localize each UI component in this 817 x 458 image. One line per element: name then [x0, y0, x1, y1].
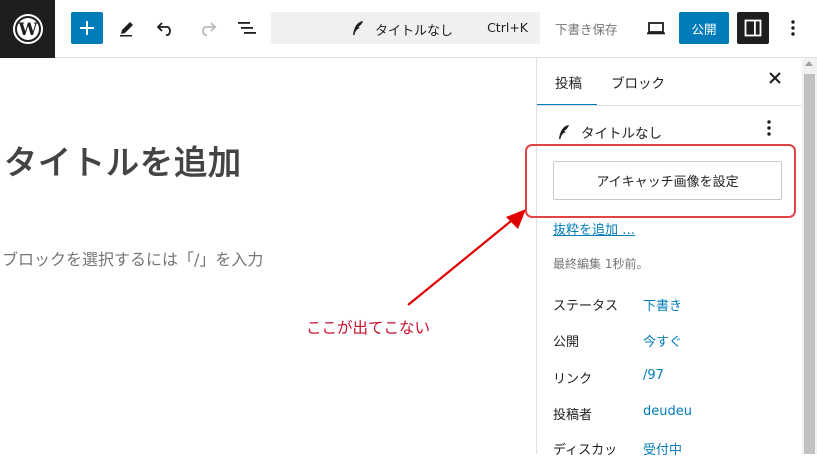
publish-button[interactable]: 公開: [679, 12, 729, 44]
vertical-ellipsis-icon: [767, 120, 771, 136]
save-draft-button[interactable]: 下書き保存: [555, 19, 618, 38]
editor-toolbar: W タイトルなし Ctrl+K 下書き保存 公開: [0, 0, 817, 58]
command-palette[interactable]: タイトルなし Ctrl+K: [271, 12, 540, 44]
tab-post[interactable]: 投稿: [555, 72, 582, 92]
row-label: 公開: [553, 335, 580, 350]
scrollbar-thumb[interactable]: [804, 74, 815, 454]
undo-icon: [156, 22, 171, 36]
settings-sidebar: 投稿 ブロック タイトルなし アイキャッチ画像を設定 抜粋を追加 … 最終編集 …: [536, 58, 803, 458]
plus-icon: [80, 21, 94, 35]
close-icon: [769, 72, 781, 84]
pencil-icon: [120, 22, 133, 37]
redo-icon: [202, 22, 217, 36]
tools-button[interactable]: [114, 12, 140, 44]
annotation-text: ここが出てこない: [306, 319, 431, 337]
scroll-up-arrow-icon[interactable]: [805, 61, 813, 66]
post-title-input[interactable]: タイトルを追加: [4, 136, 242, 184]
close-sidebar-button[interactable]: [769, 72, 781, 84]
redo-button[interactable]: [194, 12, 220, 44]
row-label: ステータス: [553, 299, 619, 314]
discussion-value[interactable]: 受付中: [643, 439, 682, 458]
laptop-icon: [647, 22, 665, 35]
last-edited-text: 最終編集 1秒前。: [553, 257, 649, 271]
settings-sidebar-toggle[interactable]: [737, 12, 769, 44]
document-actions-button[interactable]: [767, 120, 771, 136]
keyboard-shortcut: Ctrl+K: [487, 20, 528, 35]
vertical-ellipsis-icon: [791, 20, 795, 36]
block-appender-hint[interactable]: ブロックを選択するには「/」を入力: [2, 246, 263, 270]
options-menu-button[interactable]: [783, 12, 803, 44]
svg-text:W: W: [17, 20, 38, 40]
document-title: タイトルなし: [581, 126, 662, 142]
post-quill-icon: [351, 20, 365, 36]
list-view-icon: [238, 22, 256, 34]
wordpress-icon: W: [12, 14, 43, 44]
tab-block[interactable]: ブロック: [611, 72, 665, 92]
document-title-row: タイトルなし: [557, 122, 662, 142]
undo-button[interactable]: [153, 12, 179, 44]
link-value[interactable]: /97: [643, 368, 664, 383]
tab-divider: [537, 105, 803, 106]
command-post-title: タイトルなし: [375, 24, 454, 39]
add-excerpt-link[interactable]: 抜粋を追加 …: [553, 219, 635, 238]
sidebar-icon: [744, 19, 762, 37]
wordpress-logo[interactable]: W: [0, 0, 55, 58]
document-overview-button[interactable]: [234, 12, 260, 44]
post-quill-icon: [557, 124, 571, 140]
row-label: ディスカッ: [553, 443, 618, 458]
annotation-highlight-box: [525, 144, 796, 218]
publish-date-value[interactable]: 今すぐ: [643, 331, 682, 350]
add-block-button[interactable]: [71, 12, 103, 44]
preview-button[interactable]: [643, 12, 669, 44]
row-label: リンク: [553, 372, 593, 387]
author-value[interactable]: deudeu: [643, 404, 692, 419]
annotation-arrow: [407, 209, 526, 306]
row-label: 投稿者: [553, 408, 593, 423]
status-value[interactable]: 下書き: [643, 295, 682, 314]
